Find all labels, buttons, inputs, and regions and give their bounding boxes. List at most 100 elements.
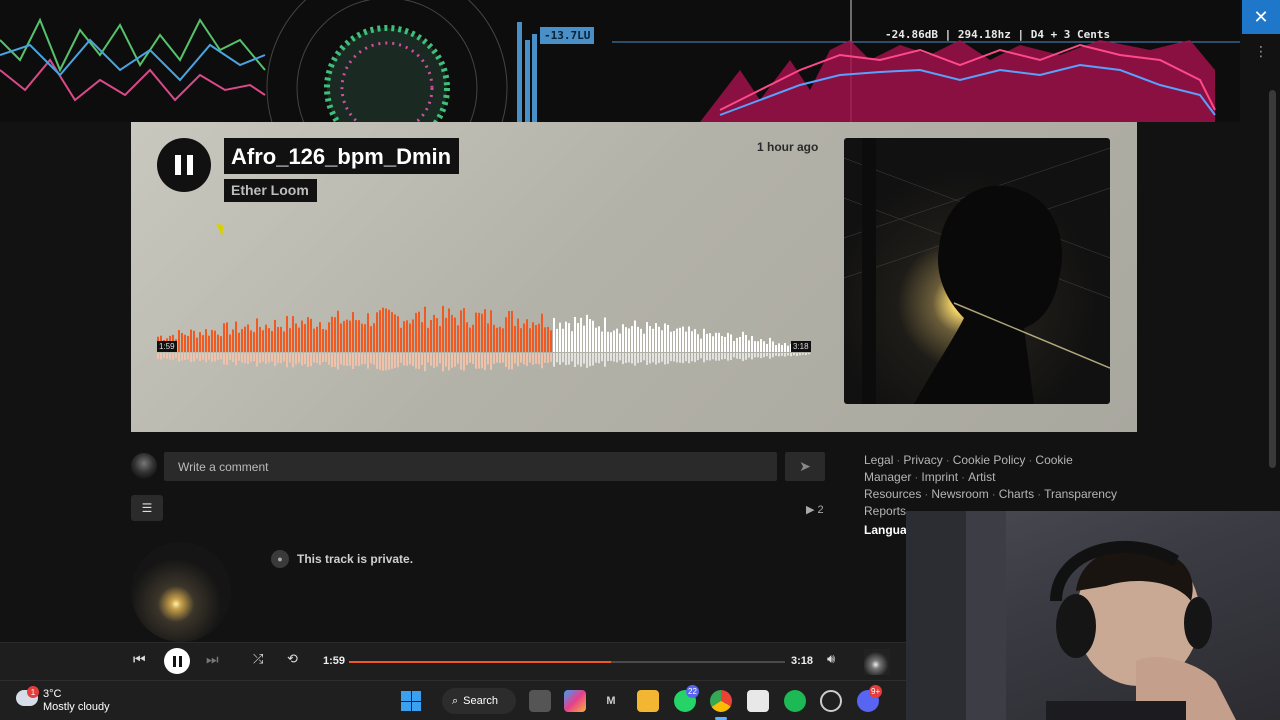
- waveform-reflection-bar: [751, 353, 753, 360]
- more-options-icon[interactable]: ⋮: [1254, 44, 1268, 60]
- track-artist[interactable]: Ether Loom: [224, 179, 317, 202]
- waveform-reflection-bar: [481, 353, 483, 369]
- footer-link-newsroom[interactable]: Newsroom: [931, 487, 988, 501]
- waveform-reflection-bar: [790, 353, 792, 357]
- waveform-reflection-bar: [718, 353, 720, 361]
- waveform-bar: [604, 317, 606, 352]
- comment-input[interactable]: [164, 452, 777, 481]
- chrome-icon[interactable]: [710, 690, 732, 712]
- footer-link-privacy[interactable]: Privacy: [903, 453, 942, 467]
- waveform-bar: [475, 312, 477, 352]
- waveform-reflection-bar: [595, 353, 597, 363]
- waveform-bar: [733, 340, 735, 352]
- close-icon[interactable]: ✕: [1242, 0, 1280, 34]
- terminal-app-icon[interactable]: M: [600, 690, 622, 712]
- waveform[interactable]: [157, 292, 813, 382]
- skip-next-icon[interactable]: ⏭: [206, 652, 219, 668]
- waveform-reflection-bar: [475, 353, 477, 369]
- weather-temperature[interactable]: 3°C: [43, 688, 61, 700]
- waveform-bar: [349, 320, 351, 352]
- waveform-bar: [679, 327, 681, 352]
- whatsapp-badge: 22: [686, 685, 699, 698]
- waveform-bar: [517, 318, 519, 352]
- now-playing-thumbnail[interactable]: [864, 649, 890, 675]
- waveform-bar: [382, 307, 384, 352]
- pause-button[interactable]: [157, 138, 211, 192]
- waveform-reflection-bar: [706, 353, 708, 361]
- volume-icon[interactable]: 🔊︎: [827, 652, 835, 667]
- waveform-bar: [640, 328, 642, 352]
- repeat-icon[interactable]: ⟲: [287, 652, 298, 667]
- footer-link-legal[interactable]: Legal: [864, 453, 893, 467]
- waveform-reflection-bar: [604, 353, 606, 367]
- waveform-reflection-bar: [670, 353, 672, 362]
- waveform-reflection-bar: [388, 353, 390, 370]
- waveform-bar: [361, 323, 363, 352]
- waveform-reflection-bar: [697, 353, 699, 361]
- waveform-reflection-bar: [406, 353, 408, 366]
- waveform-bar: [247, 324, 249, 352]
- file-explorer-icon[interactable]: [637, 690, 659, 712]
- waveform-bar: [697, 334, 699, 352]
- waveform-bar: [553, 317, 555, 352]
- waveform-reflection-bar: [319, 353, 321, 365]
- waveform-reflection-bar: [673, 353, 675, 362]
- waveform-reflection-bar: [346, 353, 348, 366]
- waveform-reflection-bar: [502, 353, 504, 363]
- waveform-bar: [196, 337, 198, 352]
- waveform-bar: [709, 333, 711, 352]
- store-icon[interactable]: [747, 690, 769, 712]
- player-elapsed: 1:59: [323, 655, 346, 667]
- weather-condition[interactable]: Mostly cloudy: [43, 701, 110, 713]
- waveform-bar: [760, 339, 762, 352]
- waveform-bar: [484, 309, 486, 352]
- player-pause-button[interactable]: [164, 648, 190, 674]
- waveform-bar: [343, 320, 345, 352]
- waveform-bar: [277, 327, 279, 352]
- discord-badge: 9+: [869, 685, 883, 698]
- waveform-elapsed: 1:59: [157, 341, 177, 352]
- send-icon[interactable]: ➤: [785, 452, 825, 481]
- waveform-bar: [397, 316, 399, 352]
- waveform-reflection-bar: [271, 353, 273, 362]
- waveform-reflection-bar: [577, 353, 579, 365]
- waveform-reflection-bar: [409, 353, 411, 365]
- waveform-bar: [394, 314, 396, 352]
- waveform-reflection-bar: [304, 353, 306, 365]
- settings-icon[interactable]: [820, 690, 842, 712]
- waveform-bar: [571, 331, 573, 352]
- waveform-reflection-bar: [361, 353, 363, 365]
- waveform-reflection-bar: [187, 353, 189, 360]
- task-view-icon[interactable]: [529, 690, 551, 712]
- waveform-reflection-bar: [694, 353, 696, 363]
- page-scrollbar[interactable]: [1269, 90, 1276, 468]
- waveform-reflection-bar: [649, 353, 651, 364]
- spotify-icon[interactable]: [784, 690, 806, 712]
- skip-previous-icon[interactable]: ⏮: [133, 652, 146, 668]
- waveform-reflection-bar: [295, 353, 297, 365]
- progress-track[interactable]: [349, 661, 785, 663]
- footer-link-cookie-policy[interactable]: Cookie Policy: [953, 453, 1026, 467]
- waveform-reflection-bar: [667, 353, 669, 364]
- waveform-bar: [646, 322, 648, 352]
- waveform-bar: [628, 328, 630, 352]
- waveform-reflection-bar: [646, 353, 648, 365]
- shuffle-icon[interactable]: ⤮: [253, 652, 263, 667]
- track-title[interactable]: Afro_126_bpm_Dmin: [224, 138, 460, 174]
- footer-link-imprint[interactable]: Imprint: [921, 470, 958, 484]
- windows-start-icon[interactable]: [401, 691, 421, 711]
- waveform-reflection-bar: [448, 353, 450, 371]
- waveform-reflection-bar: [466, 353, 468, 365]
- filter-icon[interactable]: ☰: [131, 495, 163, 521]
- user-avatar[interactable]: [131, 453, 157, 479]
- waveform-reflection-bar: [424, 353, 426, 372]
- copilot-icon[interactable]: [564, 690, 586, 712]
- waveform-bar: [187, 335, 189, 352]
- waveform-reflection-bar: [277, 353, 279, 363]
- waveform-bar: [283, 331, 285, 352]
- cover-art-illustration: [844, 138, 1110, 404]
- waveform-bar: [466, 322, 468, 352]
- footer-link-charts[interactable]: Charts: [999, 487, 1034, 501]
- taskbar-search[interactable]: ⌕ Search: [442, 688, 516, 714]
- artist-avatar[interactable]: [131, 542, 231, 642]
